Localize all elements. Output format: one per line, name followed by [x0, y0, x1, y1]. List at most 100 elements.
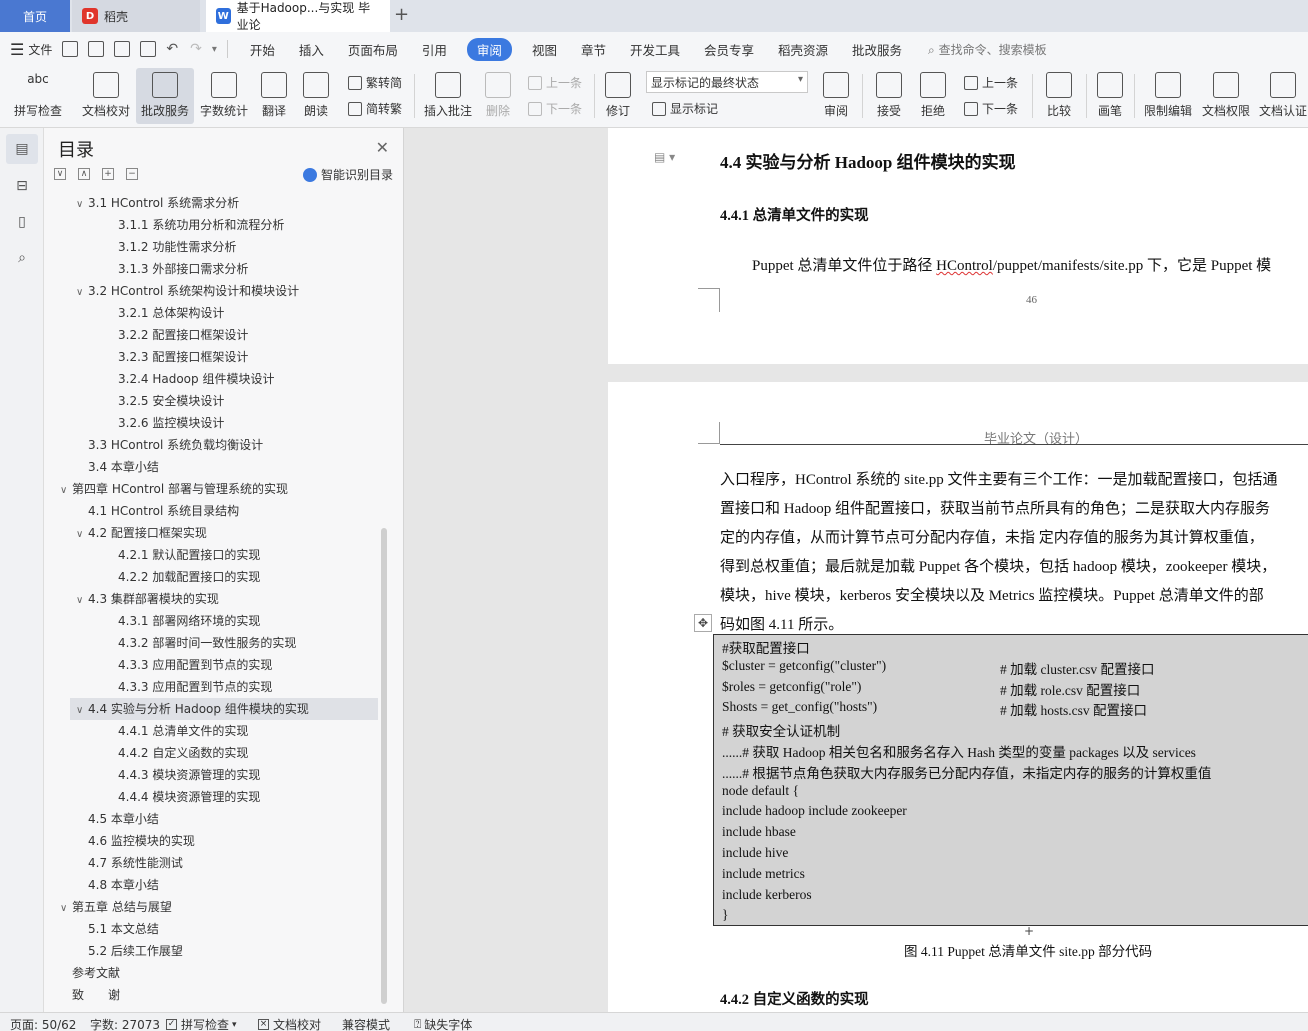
- next-change-button[interactable]: 下一条: [964, 100, 1018, 117]
- menu-page-layout[interactable]: 页面布局: [348, 40, 398, 59]
- revise-service-button[interactable]: 批改服务: [136, 68, 194, 124]
- toc-panel-icon[interactable]: ▤: [6, 134, 38, 164]
- compare-button[interactable]: 比较: [1040, 68, 1078, 124]
- doc-proof-button[interactable]: 文档校对: [80, 68, 132, 124]
- table-move-handle-icon[interactable]: ✥: [694, 614, 712, 632]
- toc-item[interactable]: 3.3 HControl 系统负载均衡设计: [44, 434, 388, 456]
- toc-item[interactable]: 参考文献: [44, 962, 388, 984]
- menu-review[interactable]: 审阅: [466, 37, 512, 61]
- hamburger-menu-icon[interactable]: ☰: [10, 40, 24, 59]
- toc-item[interactable]: 4.4.3 模块资源管理的实现: [44, 764, 388, 786]
- toc-item[interactable]: 4.6 监控模块的实现: [44, 830, 388, 852]
- menu-view[interactable]: 视图: [532, 40, 557, 59]
- spellcheck-toggle[interactable]: ✓ 拼写检查 ▾: [166, 1016, 237, 1031]
- toc-item[interactable]: 4.3.3 应用配置到节点的实现: [44, 654, 388, 676]
- toc-item[interactable]: 致 谢: [44, 984, 388, 1006]
- toc-item[interactable]: 4.4.2 自定义函数的实现: [44, 742, 388, 764]
- toc-item[interactable]: 4.3.1 部署网络环境的实现: [44, 610, 388, 632]
- expand-chevron-icon[interactable]: ∨: [76, 282, 88, 304]
- menu-docer-resources[interactable]: 稻壳资源: [778, 40, 828, 59]
- word-count-button[interactable]: 字数统计: [198, 68, 250, 124]
- toc-item[interactable]: ∨ 第四章 HControl 部署与管理系统的实现: [44, 478, 388, 500]
- toc-item[interactable]: ∨ 3.2 HControl 系统架构设计和模块设计: [44, 280, 388, 302]
- toc-item[interactable]: 5.2 后续工作展望: [44, 940, 388, 962]
- expand-chevron-icon[interactable]: ∨: [76, 194, 88, 216]
- nav-pane-icon[interactable]: ⊟: [12, 176, 32, 196]
- close-icon[interactable]: ✕: [376, 138, 389, 157]
- tab-home[interactable]: 首页: [0, 0, 70, 32]
- toc-item[interactable]: 4.2.2 加载配置接口的实现: [44, 566, 388, 588]
- prev-change-button[interactable]: 上一条: [964, 74, 1018, 91]
- toc-item[interactable]: 3.1.3 外部接口需求分析: [44, 258, 388, 280]
- toc-item[interactable]: 3.1.2 功能性需求分析: [44, 236, 388, 258]
- toc-item[interactable]: ∨ 第五章 总结与展望: [44, 896, 388, 918]
- toc-item[interactable]: 4.4.1 总清单文件的实现: [44, 720, 388, 742]
- collapse-all-icon[interactable]: ∨: [54, 168, 66, 180]
- menu-references[interactable]: 引用: [422, 40, 447, 59]
- toc-item[interactable]: ∨ 4.4 实验与分析 Hadoop 组件模块的实现: [70, 698, 378, 720]
- redo-icon[interactable]: ↷: [190, 41, 202, 57]
- toc-item[interactable]: 4.3.3 应用配置到节点的实现: [44, 676, 388, 698]
- toc-item[interactable]: 4.3.2 部署时间一致性服务的实现: [44, 632, 388, 654]
- export-pdf-icon[interactable]: [88, 41, 105, 57]
- file-menu[interactable]: 文件: [28, 41, 52, 58]
- toc-item[interactable]: 4.5 本章小结: [44, 808, 388, 830]
- expand-chevron-icon[interactable]: ∨: [76, 700, 88, 722]
- page-indicator[interactable]: 页面: 50/62: [10, 1016, 76, 1031]
- quick-access-dropdown-icon[interactable]: ▾: [212, 44, 217, 55]
- add-heading-icon[interactable]: +: [102, 168, 114, 180]
- toc-item[interactable]: 3.2.1 总体架构设计: [44, 302, 388, 324]
- toc-item[interactable]: 5.1 本文总结: [44, 918, 388, 940]
- toc-item[interactable]: 3.2.5 安全模块设计: [44, 390, 388, 412]
- add-row-icon[interactable]: +: [1018, 925, 1040, 938]
- spellcheck-button[interactable]: abc 拼写检查: [10, 68, 66, 124]
- menu-revise-service[interactable]: 批改服务: [852, 40, 902, 59]
- toc-item[interactable]: 4.8 本章小结: [44, 874, 388, 896]
- reject-button[interactable]: 拒绝: [914, 68, 952, 124]
- save-icon[interactable]: [62, 41, 79, 57]
- print-icon[interactable]: [114, 41, 131, 57]
- toc-item[interactable]: ∨ 4.3 集群部署模块的实现: [44, 588, 388, 610]
- review-pane-button[interactable]: 审阅: [816, 68, 856, 124]
- tab-document[interactable]: W 基于Hadoop...与实现 毕业论: [206, 0, 390, 32]
- delete-comment-button[interactable]: 删除: [480, 68, 516, 124]
- undo-icon[interactable]: ↶: [166, 41, 178, 57]
- expand-chevron-icon[interactable]: ∨: [60, 480, 72, 502]
- toc-item[interactable]: 3.1.1 系统功用分析和流程分析: [44, 214, 388, 236]
- menu-developer[interactable]: 开发工具: [630, 40, 680, 59]
- toc-item[interactable]: 3.2.4 Hadoop 组件模块设计: [44, 368, 388, 390]
- expand-chevron-icon[interactable]: ∨: [76, 524, 88, 546]
- pen-button[interactable]: 画笔: [1094, 68, 1126, 124]
- doc-certify-button[interactable]: 文档认证: [1258, 68, 1308, 124]
- menu-section[interactable]: 章节: [581, 40, 606, 59]
- insert-comment-button[interactable]: 插入批注: [422, 68, 474, 124]
- command-search[interactable]: ⌕ 查找命令、搜索模板: [928, 41, 1047, 58]
- remove-heading-icon[interactable]: −: [126, 168, 138, 180]
- simp-to-trad-button[interactable]: 简转繁: [348, 100, 402, 117]
- new-tab-button[interactable]: +: [394, 4, 409, 25]
- toc-item[interactable]: 3.2.6 监控模块设计: [44, 412, 388, 434]
- toc-item[interactable]: 4.2.1 默认配置接口的实现: [44, 544, 388, 566]
- menu-home[interactable]: 开始: [250, 40, 275, 59]
- toc-item[interactable]: 3.4 本章小结: [44, 456, 388, 478]
- toc-item[interactable]: 3.2.2 配置接口框架设计: [44, 324, 388, 346]
- proof-toggle[interactable]: × 文档校对: [258, 1016, 321, 1031]
- track-changes-button[interactable]: 修订: [600, 68, 636, 124]
- toc-item[interactable]: 4.7 系统性能测试: [44, 852, 388, 874]
- find-icon[interactable]: ⌕: [12, 248, 32, 268]
- word-count-indicator[interactable]: 字数: 27073: [90, 1016, 160, 1031]
- menu-insert[interactable]: 插入: [299, 40, 324, 59]
- toc-item[interactable]: 4.1 HControl 系统目录结构: [44, 500, 388, 522]
- expand-chevron-icon[interactable]: ∨: [76, 590, 88, 612]
- tab-docer[interactable]: D 稻壳: [72, 0, 200, 32]
- toc-item[interactable]: 3.2.3 配置接口框架设计: [44, 346, 388, 368]
- restrict-edit-button[interactable]: 限制编辑: [1142, 68, 1194, 124]
- expand-chevron-icon[interactable]: ∨: [60, 898, 72, 920]
- toc-item[interactable]: ∨ 4.2 配置接口框架实现: [44, 522, 388, 544]
- toc-item[interactable]: 4.4.4 模块资源管理的实现: [44, 786, 388, 808]
- read-aloud-button[interactable]: 朗读: [300, 68, 332, 124]
- prev-comment-button[interactable]: 上一条: [528, 74, 582, 91]
- page-menu-icon[interactable]: ▤ ▾: [654, 150, 675, 164]
- show-markup-button[interactable]: 显示标记: [652, 100, 718, 117]
- menu-member[interactable]: 会员专享: [704, 40, 754, 59]
